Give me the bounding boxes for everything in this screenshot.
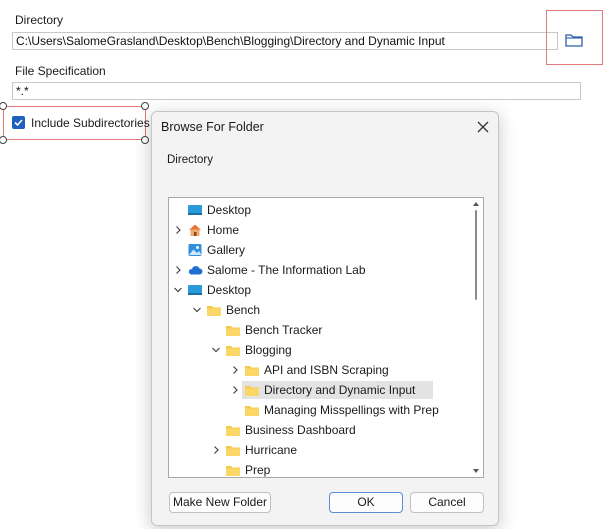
browse-folder-button[interactable] xyxy=(564,30,584,50)
tree-item[interactable]: Blogging xyxy=(169,340,467,360)
folder-tree[interactable]: Desktop Home Gallery Salome - The Informati… xyxy=(168,197,484,478)
scroll-thumb[interactable] xyxy=(475,210,477,300)
resize-handle-top-right[interactable] xyxy=(141,102,149,110)
folder-icon xyxy=(226,326,240,336)
tree-item[interactable]: Desktop xyxy=(169,200,467,220)
dialog-title: Browse For Folder xyxy=(161,120,264,134)
tree-item-label: Directory and Dynamic Input xyxy=(264,383,416,397)
folder-icon xyxy=(226,446,240,456)
scroll-up-icon[interactable] xyxy=(472,200,480,208)
home-icon xyxy=(189,224,201,236)
cloud-icon xyxy=(188,266,203,275)
tree-item-label: Business Dashboard xyxy=(245,423,356,437)
tree-item-label: Home xyxy=(207,223,240,237)
resize-handle-bottom-right[interactable] xyxy=(141,136,149,144)
chevron-right-icon[interactable] xyxy=(173,224,183,236)
tree-item[interactable]: Managing Misspellings with Prep xyxy=(169,400,467,420)
tree-item-label: API and ISBN Scraping xyxy=(264,363,389,377)
tree-item-label: Blogging xyxy=(245,343,292,357)
folder-icon xyxy=(226,466,240,476)
close-icon xyxy=(477,121,489,133)
tree-scrollbar[interactable] xyxy=(469,198,483,477)
tree-item-label: Bench Tracker xyxy=(245,323,323,337)
tree-item[interactable]: Directory and Dynamic Input xyxy=(169,380,467,400)
chevron-down-icon[interactable] xyxy=(192,304,202,316)
desktop-icon xyxy=(188,285,202,295)
directory-label: Directory xyxy=(15,13,64,27)
file-spec-input[interactable]: *.* xyxy=(12,82,581,100)
ok-button[interactable]: OK xyxy=(329,492,403,513)
folder-icon xyxy=(245,366,259,376)
cancel-button[interactable]: Cancel xyxy=(410,492,484,513)
browse-for-folder-dialog: Browse For Folder Directory Desktop Home G… xyxy=(151,111,499,526)
make-new-folder-button[interactable]: Make New Folder xyxy=(169,492,271,513)
tree-item-label: Managing Misspellings with Prep xyxy=(264,403,439,417)
tree-item[interactable]: Bench Tracker xyxy=(169,320,467,340)
chevron-down-icon[interactable] xyxy=(173,284,183,296)
tree-item[interactable]: API and ISBN Scraping xyxy=(169,360,467,380)
tree-item[interactable]: Business Dashboard xyxy=(169,420,467,440)
chevron-down-icon[interactable] xyxy=(211,344,221,356)
resize-handle-bottom-left[interactable] xyxy=(0,136,7,144)
folder-icon xyxy=(226,426,240,436)
tree-item-label: Desktop xyxy=(207,203,252,217)
scroll-down-icon[interactable] xyxy=(472,467,480,475)
chevron-right-icon[interactable] xyxy=(173,264,183,276)
directory-input[interactable]: C:\Users\SalomeGrasland\Desktop\Bench\Bl… xyxy=(12,32,558,50)
folder-icon xyxy=(565,34,583,47)
folder-icon xyxy=(245,406,259,416)
tree-item-label: Bench xyxy=(226,303,261,317)
tree-item[interactable]: Prep xyxy=(169,460,467,477)
tree-item[interactable]: Salome - The Information Lab xyxy=(169,260,467,280)
tree-item-label: Salome - The Information Lab xyxy=(207,263,366,277)
dialog-directory-label: Directory xyxy=(167,154,214,166)
desktop-icon xyxy=(188,205,202,215)
tree-item[interactable]: Hurricane xyxy=(169,440,467,460)
gallery-icon xyxy=(188,244,202,256)
include-subdirectories-checkbox[interactable] xyxy=(12,116,25,129)
tree-item[interactable]: Home xyxy=(169,220,467,240)
chevron-right-icon[interactable] xyxy=(230,364,240,376)
folder-icon xyxy=(245,386,259,396)
file-spec-label: File Specification xyxy=(15,64,106,78)
tree-item[interactable]: Desktop xyxy=(169,280,467,300)
folder-icon xyxy=(226,346,240,356)
close-button[interactable] xyxy=(474,118,492,136)
tree-item-label: Hurricane xyxy=(245,443,298,457)
folder-icon xyxy=(207,306,221,316)
chevron-right-icon[interactable] xyxy=(230,384,240,396)
tree-item-label: Desktop xyxy=(207,283,252,297)
tree-item[interactable]: Bench xyxy=(169,300,467,320)
checkmark-icon xyxy=(14,119,23,127)
include-subdirectories-label[interactable]: Include Subdirectories xyxy=(31,116,150,130)
tree-item-label: Prep xyxy=(245,463,271,477)
tree-item-label: Gallery xyxy=(207,243,246,257)
tree-item[interactable]: Gallery xyxy=(169,240,467,260)
chevron-right-icon[interactable] xyxy=(211,444,221,456)
